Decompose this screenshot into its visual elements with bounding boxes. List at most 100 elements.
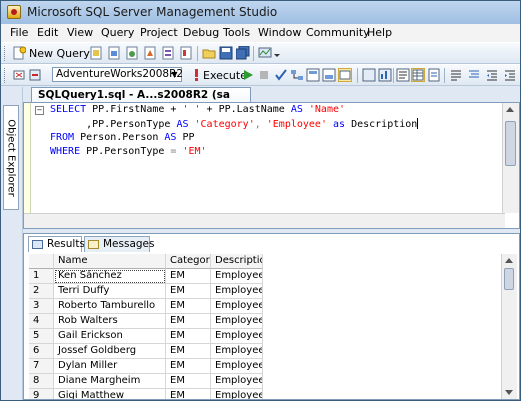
cell-description[interactable]: Employee	[211, 389, 263, 399]
collapse-region-icon[interactable]: −	[35, 106, 44, 115]
toolbar-grip[interactable]	[4, 46, 8, 61]
intellisense-toggle-icon[interactable]	[338, 68, 352, 82]
analysis-query-icon[interactable]	[107, 46, 121, 60]
cell-description[interactable]: Employee	[211, 284, 263, 299]
query-document-tab[interactable]: SQLQuery1.sql - A...s2008R2 (sa (54))*	[31, 87, 251, 115]
cell-category[interactable]: EM	[166, 359, 211, 374]
database-select[interactable]: AdventureWorks2008R2 ▼	[52, 67, 183, 82]
results-to-grid-icon[interactable]	[411, 68, 425, 82]
cell-category[interactable]: EM	[166, 374, 211, 389]
chevron-down-icon[interactable]: ▼	[169, 69, 180, 80]
scroll-up-arrow-icon[interactable]	[506, 107, 514, 112]
menu-community[interactable]: Community	[306, 26, 370, 39]
menu-window[interactable]: Window	[258, 26, 301, 39]
column-header-name[interactable]: Name	[54, 254, 166, 269]
cell-category[interactable]: EM	[166, 269, 211, 284]
cell-name[interactable]: Jossef Goldberg	[54, 344, 166, 359]
client-stats-icon[interactable]	[378, 68, 392, 82]
menu-query[interactable]: Query	[101, 26, 134, 39]
editor-vertical-scrollbar[interactable]	[502, 103, 519, 213]
editor-horizontal-scrollbar[interactable]	[24, 213, 505, 228]
menu-tools[interactable]: Tools	[223, 26, 250, 39]
row-number[interactable]: 7	[29, 359, 54, 374]
menu-project[interactable]: Project	[140, 26, 178, 39]
uncomment-lines-icon[interactable]	[467, 68, 481, 82]
parse-checkmark-icon[interactable]	[274, 68, 288, 82]
table-row[interactable]: 8 Diane Margheim EM Employee	[29, 374, 499, 389]
results-vertical-scrollbar[interactable]	[501, 254, 517, 399]
cell-name[interactable]: Gigi Matthew	[54, 389, 166, 399]
cell-category[interactable]: EM	[166, 299, 211, 314]
increase-indent-icon[interactable]	[503, 68, 517, 82]
scroll-thumb[interactable]	[504, 268, 514, 290]
cell-name[interactable]: Terri Duffy	[54, 284, 166, 299]
menu-file[interactable]: File	[10, 26, 28, 39]
cell-name[interactable]: Rob Walters	[54, 314, 166, 329]
cell-name[interactable]: Ken Sánchez	[54, 269, 166, 284]
cancel-query-icon[interactable]	[257, 68, 271, 82]
grid-corner-cell[interactable]	[29, 254, 54, 269]
scroll-thumb[interactable]	[505, 121, 516, 166]
dmx-query-icon[interactable]	[143, 46, 157, 60]
cell-description[interactable]: Employee	[211, 314, 263, 329]
cell-category[interactable]: EM	[166, 389, 211, 399]
row-number[interactable]: 3	[29, 299, 54, 314]
row-number[interactable]: 1	[29, 269, 54, 284]
toolbar-overflow-icon[interactable]	[273, 46, 281, 60]
include-plan-icon[interactable]	[362, 68, 376, 82]
cell-description[interactable]: Employee	[211, 269, 263, 284]
results-grid[interactable]: Name Category Description 1 Ken Sánchez …	[29, 254, 499, 399]
cell-description[interactable]: Employee	[211, 374, 263, 389]
display-plan-icon[interactable]	[290, 68, 304, 82]
tab-messages[interactable]: Messages	[84, 236, 155, 252]
open-file-icon[interactable]	[202, 46, 216, 60]
menu-view[interactable]: View	[67, 26, 93, 39]
cell-name[interactable]: Diane Margheim	[54, 374, 166, 389]
column-header-category[interactable]: Category	[166, 254, 211, 269]
row-number[interactable]: 9	[29, 389, 54, 399]
cell-category[interactable]: EM	[166, 314, 211, 329]
change-connection-icon[interactable]	[28, 68, 42, 82]
table-row[interactable]: 3 Roberto Tamburello EM Employee	[29, 299, 499, 314]
decrease-indent-icon[interactable]	[485, 68, 499, 82]
save-all-icon[interactable]	[235, 45, 250, 60]
row-number[interactable]: 2	[29, 284, 54, 299]
title-bar[interactable]: Microsoft SQL Server Management Studio	[1, 1, 520, 24]
row-number[interactable]: 5	[29, 329, 54, 344]
row-number[interactable]: 8	[29, 374, 54, 389]
row-number[interactable]: 4	[29, 314, 54, 329]
table-row[interactable]: 4 Rob Walters EM Employee	[29, 314, 499, 329]
row-number[interactable]: 6	[29, 344, 54, 359]
database-engine-query-icon[interactable]	[89, 46, 103, 60]
sql-code-editor[interactable]: − SELECT PP.FirstName + ' ' + PP.LastNam…	[23, 102, 520, 229]
table-row[interactable]: 5 Gail Erickson EM Employee	[29, 329, 499, 344]
xmla-query-icon[interactable]	[161, 46, 175, 60]
table-row[interactable]: 1 Ken Sánchez EM Employee	[29, 269, 499, 284]
sqlce-query-icon[interactable]	[179, 46, 193, 60]
cell-category[interactable]: EM	[166, 329, 211, 344]
mdx-query-icon[interactable]	[125, 46, 139, 60]
cell-name[interactable]: Roberto Tamburello	[54, 299, 166, 314]
debug-play-icon[interactable]	[241, 68, 255, 82]
connect-icon[interactable]	[12, 68, 26, 82]
query-options-icon[interactable]	[322, 68, 336, 82]
activity-monitor-icon[interactable]	[258, 46, 272, 60]
menu-debug[interactable]: Debug	[183, 26, 219, 39]
query-designer-icon[interactable]	[306, 68, 320, 82]
table-row[interactable]: 9 Gigi Matthew EM Employee	[29, 389, 499, 399]
cell-category[interactable]: EM	[166, 344, 211, 359]
comment-lines-icon[interactable]	[449, 68, 463, 82]
cell-category[interactable]: EM	[166, 284, 211, 299]
scroll-up-arrow-icon[interactable]	[505, 258, 513, 263]
table-row[interactable]: 6 Jossef Goldberg EM Employee	[29, 344, 499, 359]
cell-name[interactable]: Dylan Miller	[54, 359, 166, 374]
scroll-down-arrow-icon[interactable]	[505, 390, 513, 395]
table-row[interactable]: 2 Terri Duffy EM Employee	[29, 284, 499, 299]
results-to-file-icon[interactable]	[427, 68, 441, 82]
cell-name[interactable]: Gail Erickson	[54, 329, 166, 344]
menu-help[interactable]: Help	[367, 26, 392, 39]
tab-results[interactable]: Results	[28, 236, 85, 252]
table-row[interactable]: 7 Dylan Miller EM Employee	[29, 359, 499, 374]
toolbar-grip[interactable]	[4, 68, 8, 83]
cell-description[interactable]: Employee	[211, 344, 263, 359]
